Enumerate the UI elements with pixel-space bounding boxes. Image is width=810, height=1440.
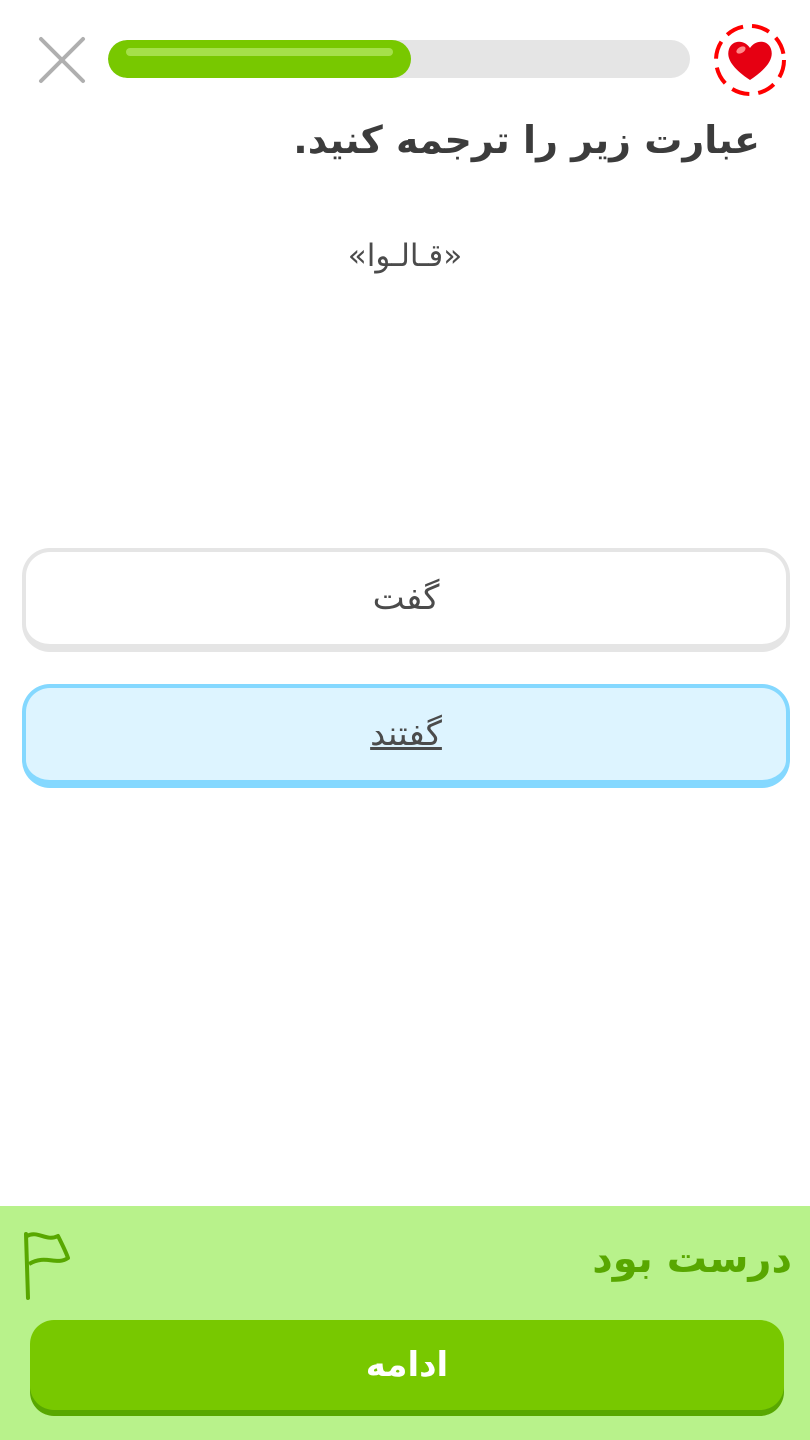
lesson-progress-bar	[108, 40, 690, 78]
report-button[interactable]	[18, 1228, 76, 1304]
challenge-instruction: عبارت زیر را ترجمه کنید.	[293, 118, 760, 162]
continue-button[interactable]: ادامه	[30, 1320, 784, 1410]
challenge-prompt: «قـالـوا»	[347, 238, 463, 274]
flag-icon	[24, 1232, 70, 1300]
progress-shine	[126, 48, 393, 56]
close-icon	[39, 37, 85, 83]
option-label: گفت	[372, 578, 440, 618]
heart-icon	[714, 24, 786, 96]
answer-option-goftand-selected[interactable]: گفتند	[22, 684, 790, 788]
close-button[interactable]	[34, 32, 90, 88]
progress-fill	[108, 40, 411, 78]
hearts-indicator[interactable]	[712, 22, 788, 98]
feedback-panel: درست بود ادامه	[0, 1206, 810, 1440]
feedback-title: درست بود	[592, 1236, 792, 1282]
continue-label: ادامه	[365, 1345, 449, 1385]
answer-option-gofte[interactable]: گفت	[22, 548, 790, 652]
lesson-screen: عبارت زیر را ترجمه کنید. «قـالـوا» گفت گ…	[0, 0, 810, 1440]
option-label: گفتند	[370, 714, 442, 754]
